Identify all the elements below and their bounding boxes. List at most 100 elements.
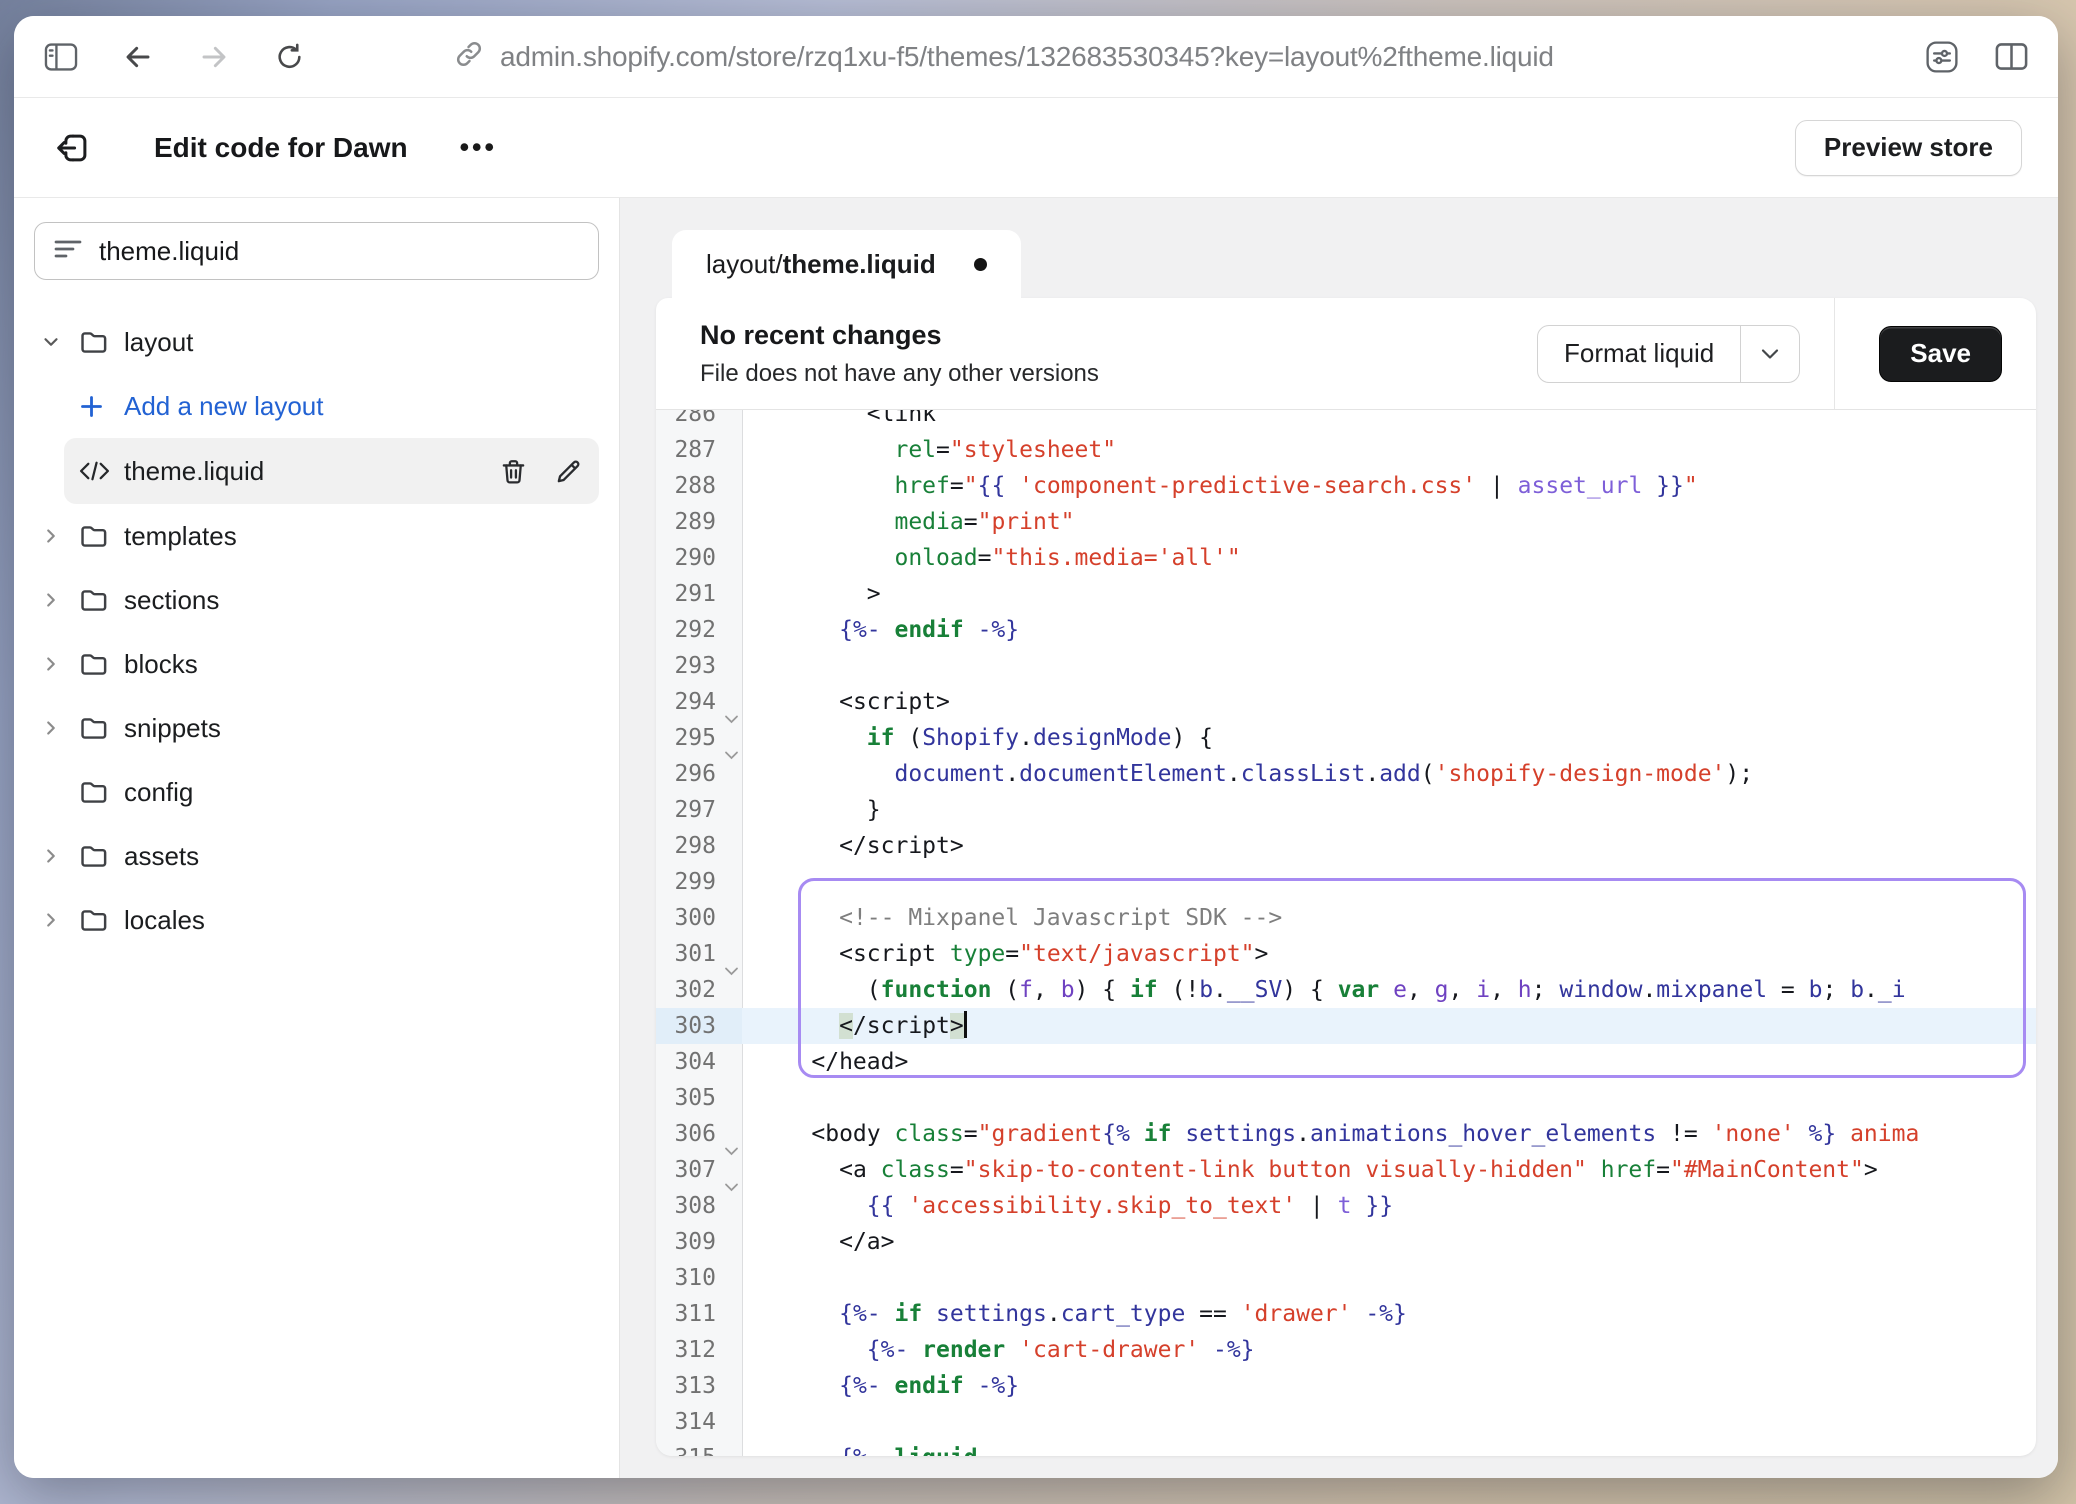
- app-header: Edit code for Dawn ••• Preview store: [14, 98, 2058, 198]
- code-line[interactable]: 298 </script>: [656, 828, 2036, 864]
- code-line[interactable]: 315 {%- liquid: [656, 1440, 2036, 1456]
- sidebar-item-theme-liquid[interactable]: theme.liquid: [64, 438, 599, 504]
- chevron-right-icon[interactable]: [40, 717, 78, 739]
- line-number: 294: [656, 684, 742, 720]
- line-number: 302: [656, 972, 742, 1008]
- sidebar-item-assets[interactable]: assets: [34, 824, 599, 888]
- format-liquid-button[interactable]: Format liquid: [1538, 326, 1740, 382]
- line-number: 295: [656, 720, 742, 756]
- forward-icon[interactable]: [198, 41, 230, 73]
- folder-icon: [78, 713, 124, 744]
- chevron-right-icon[interactable]: [40, 909, 78, 931]
- code-line[interactable]: 288 href="{{ 'component-predictive-searc…: [656, 468, 2036, 504]
- back-icon[interactable]: [122, 41, 154, 73]
- line-number: 312: [656, 1332, 742, 1368]
- code-line[interactable]: 294 <script>: [656, 684, 2036, 720]
- code-line[interactable]: 309 </a>: [656, 1224, 2036, 1260]
- chevron-down-icon[interactable]: [40, 331, 78, 353]
- reload-icon[interactable]: [274, 41, 305, 73]
- folder-icon: [78, 777, 124, 808]
- code-line[interactable]: 305: [656, 1080, 2036, 1116]
- sidebar-item-sections[interactable]: sections: [34, 568, 599, 632]
- preview-store-button[interactable]: Preview store: [1795, 120, 2022, 176]
- address-bar[interactable]: admin.shopify.com/store/rzq1xu-f5/themes…: [454, 16, 1554, 97]
- code-line[interactable]: 297 }: [656, 792, 2036, 828]
- code-line[interactable]: 286 <link: [656, 410, 2036, 432]
- sidebar-item-label: templates: [124, 521, 237, 552]
- line-number: 289: [656, 504, 742, 540]
- code-line[interactable]: 289 media="print": [656, 504, 2036, 540]
- sidebar-item-add-new-layout[interactable]: Add a new layout: [34, 374, 599, 438]
- overflow-menu-icon[interactable]: •••: [460, 132, 497, 163]
- folder-icon: [78, 905, 124, 936]
- sidebar-item-templates[interactable]: templates: [34, 504, 599, 568]
- code-line[interactable]: 314: [656, 1404, 2036, 1440]
- editor-panel: No recent changes File does not have any…: [656, 298, 2036, 1456]
- folder-icon: [78, 649, 124, 680]
- unsaved-changes-dot: [974, 258, 987, 271]
- save-button[interactable]: Save: [1879, 326, 2002, 382]
- chevron-right-icon[interactable]: [40, 525, 78, 547]
- line-number: 304: [656, 1044, 742, 1080]
- code-line[interactable]: 310: [656, 1260, 2036, 1296]
- split-view-icon[interactable]: [1995, 42, 2028, 71]
- chevron-right-icon[interactable]: [40, 653, 78, 675]
- chevron-right-icon[interactable]: [40, 845, 78, 867]
- folder-icon: [78, 585, 124, 616]
- code-line[interactable]: 304 </head>: [656, 1044, 2036, 1080]
- line-number: 299: [656, 864, 742, 900]
- code-line[interactable]: 300 <!-- Mixpanel Javascript SDK -->: [656, 900, 2036, 936]
- link-icon: [454, 39, 484, 74]
- file-search-box[interactable]: [34, 222, 599, 280]
- code-line[interactable]: 303 </script>: [656, 1008, 2036, 1044]
- code-line[interactable]: 308 {{ 'accessibility.skip_to_text' | t …: [656, 1188, 2036, 1224]
- sidebar-item-label: Add a new layout: [124, 391, 323, 422]
- code-line[interactable]: 295 if (Shopify.designMode) {: [656, 720, 2036, 756]
- line-number: 313: [656, 1368, 742, 1404]
- editor-main: layout/theme.liquid No recent changes Fi…: [620, 198, 2058, 1478]
- search-input[interactable]: [99, 236, 580, 267]
- code-line[interactable]: 302 (function (f, b) { if (!b.__SV) { va…: [656, 972, 2036, 1008]
- sidebar-item-label: layout: [124, 327, 193, 358]
- code-line[interactable]: 311 {%- if settings.cart_type == 'drawer…: [656, 1296, 2036, 1332]
- sidebar-toggle-icon[interactable]: [44, 42, 78, 72]
- tab-label: layout/theme.liquid: [706, 249, 936, 280]
- sidebar-item-blocks[interactable]: blocks: [34, 632, 599, 696]
- code-editor[interactable]: 286 <link287 rel="stylesheet"288 href="{…: [656, 410, 2036, 1456]
- text-cursor: [964, 1011, 967, 1038]
- code-line[interactable]: 290 onload="this.media='all'": [656, 540, 2036, 576]
- sidebar-item-label: snippets: [124, 713, 221, 744]
- code-line[interactable]: 301 <script type="text/javascript">: [656, 936, 2036, 972]
- code-line[interactable]: 291 >: [656, 576, 2036, 612]
- sidebar-item-label: assets: [124, 841, 199, 872]
- code-line[interactable]: 296 document.documentElement.classList.a…: [656, 756, 2036, 792]
- line-number: 311: [656, 1296, 742, 1332]
- code-line[interactable]: 293: [656, 648, 2036, 684]
- browser-toolbar: admin.shopify.com/store/rzq1xu-f5/themes…: [14, 16, 2058, 98]
- code-line[interactable]: 306 <body class="gradient{% if settings.…: [656, 1116, 2036, 1152]
- sidebar-item-locales[interactable]: locales: [34, 888, 599, 952]
- editor-status-bar: No recent changes File does not have any…: [656, 298, 2036, 410]
- sidebar-item-config[interactable]: config: [34, 760, 599, 824]
- exit-editor-icon[interactable]: [54, 129, 92, 167]
- format-options-chevron-icon[interactable]: [1741, 326, 1799, 382]
- line-number: 290: [656, 540, 742, 576]
- line-number: 315: [656, 1440, 742, 1456]
- code-line[interactable]: 287 rel="stylesheet": [656, 432, 2036, 468]
- rename-file-icon[interactable]: [554, 457, 583, 486]
- sidebar-item-layout[interactable]: layout: [34, 310, 599, 374]
- code-line[interactable]: 299: [656, 864, 2036, 900]
- delete-file-icon[interactable]: [499, 456, 528, 487]
- code-line[interactable]: 307 <a class="skip-to-content-link butto…: [656, 1152, 2036, 1188]
- chevron-right-icon[interactable]: [40, 589, 78, 611]
- extensions-icon[interactable]: [1925, 40, 1959, 74]
- line-number: 309: [656, 1224, 742, 1260]
- code-line[interactable]: 312 {%- render 'cart-drawer' -%}: [656, 1332, 2036, 1368]
- code-line[interactable]: 292 {%- endif -%}: [656, 612, 2036, 648]
- sidebar-item-snippets[interactable]: snippets: [34, 696, 599, 760]
- url-text: admin.shopify.com/store/rzq1xu-f5/themes…: [500, 41, 1554, 73]
- tab-theme-liquid[interactable]: layout/theme.liquid: [672, 230, 1021, 298]
- line-number: 292: [656, 612, 742, 648]
- code-line[interactable]: 313 {%- endif -%}: [656, 1368, 2036, 1404]
- sidebar-item-label: theme.liquid: [124, 456, 264, 487]
